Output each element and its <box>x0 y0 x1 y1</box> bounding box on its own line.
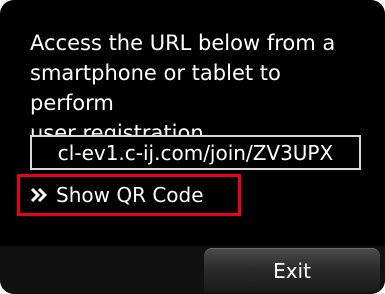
show-qr-code-label: Show QR Code <box>56 183 204 207</box>
registration-screen: Access the URL below from a smartphone o… <box>0 0 385 294</box>
show-qr-code-button[interactable]: Show QR Code <box>17 174 241 216</box>
double-chevron-right-icon <box>30 187 48 203</box>
instruction-message: Access the URL below from a smartphone o… <box>30 31 336 145</box>
exit-button[interactable]: Exit <box>204 248 380 292</box>
registration-url-field: cl-ev1.c-ij.com/join/ZV3UPX <box>30 135 361 170</box>
